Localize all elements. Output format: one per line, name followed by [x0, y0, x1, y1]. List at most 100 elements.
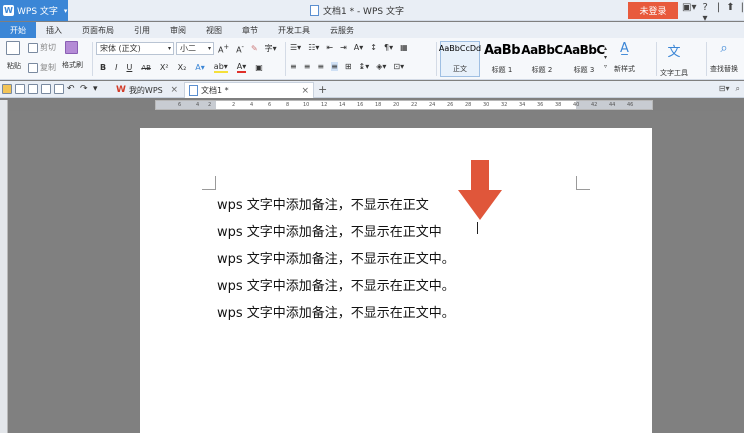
tab-document-1-label: 文档1 *	[201, 86, 229, 95]
document-icon	[310, 5, 319, 16]
tab-document-1[interactable]: 文档1 * ×	[184, 82, 314, 98]
align-right-icon[interactable]: ≡	[317, 62, 324, 71]
italic-button[interactable]: I	[115, 63, 117, 72]
tab-insert[interactable]: 插入	[36, 22, 72, 38]
horizontal-ruler[interactable]: 6 4 2 2 4 6 8 10 12 14 16 18 20 22 24 26…	[155, 100, 653, 110]
shading-icon[interactable]: ◈▾	[376, 62, 386, 71]
subscript-button[interactable]: X₂	[178, 63, 187, 72]
redo-icon[interactable]: ↷	[80, 84, 90, 94]
ruler-tick: 46	[627, 102, 634, 108]
document-paragraph[interactable]: wps 文字中添加备注，不显示在正文	[217, 194, 429, 213]
font-size-tools: A+ A- ✎ 字▾	[218, 43, 277, 55]
style-scroll[interactable]: ▴ ▾ ▿	[604, 44, 607, 71]
tab-references[interactable]: 引用	[124, 22, 160, 38]
style-heading-3[interactable]: AaBbC 标题 3	[563, 41, 605, 77]
close-icon[interactable]: ×	[170, 85, 178, 95]
close-icon[interactable]: ×	[301, 86, 309, 96]
line-spacing-icon[interactable]: ↨▾	[359, 62, 370, 71]
tab-developer[interactable]: 开发工具	[268, 22, 320, 38]
document-paragraph[interactable]: wps 文字中添加备注，不显示在正文中。	[217, 302, 455, 321]
chevron-down-icon[interactable]: ▾	[93, 84, 103, 94]
style-normal-preview: AaBbCcDd	[438, 44, 482, 53]
save-icon[interactable]	[15, 84, 25, 94]
text-tools-button[interactable]: 文 文字工具	[660, 41, 688, 78]
copy-button[interactable]: 复制	[28, 62, 56, 73]
font-name-value: 宋体 (正文)	[100, 44, 141, 53]
align-left-icon[interactable]: ≡	[290, 62, 297, 71]
document-paragraph[interactable]: wps 文字中添加备注，不显示在正文中。	[217, 275, 455, 294]
tab-cloud[interactable]: 云服务	[320, 22, 364, 38]
tab-my-wps[interactable]: W 我的WPS ×	[112, 82, 182, 98]
app-menu-button[interactable]: W WPS 文字 ▾	[0, 0, 68, 21]
bold-button[interactable]: B	[100, 63, 106, 72]
tab-review[interactable]: 审阅	[160, 22, 196, 38]
cut-button[interactable]: 剪切	[28, 42, 56, 53]
help-icon[interactable]: ?▾	[702, 2, 710, 24]
restore-icon[interactable]: ⬆	[726, 2, 734, 24]
tab-view[interactable]: 视图	[196, 22, 232, 38]
undo-icon[interactable]: ↶	[67, 84, 77, 94]
font-size-select[interactable]: 小二 ▾	[176, 42, 214, 55]
strikethrough-button[interactable]: AB	[141, 64, 151, 72]
ruler-tick: 4	[196, 102, 200, 108]
tab-page-layout[interactable]: 页面布局	[72, 22, 124, 38]
expand-icon: ▿	[604, 63, 608, 70]
char-border-icon[interactable]: ▣	[255, 63, 263, 72]
tab-section[interactable]: 章节	[232, 22, 268, 38]
skin-icon[interactable]: ▣▾	[682, 2, 696, 24]
new-tab-button[interactable]: +	[318, 83, 327, 96]
show-marks-icon[interactable]: ¶▾	[384, 43, 393, 52]
login-button[interactable]: 未登录	[628, 2, 678, 19]
font-color-icon[interactable]: A▾	[236, 62, 247, 73]
layout-icon[interactable]: ⊟▾	[719, 84, 730, 94]
document-paragraph[interactable]: wps 文字中添加备注，不显示在正文中	[217, 221, 442, 240]
table-icon[interactable]: ▦	[400, 43, 408, 52]
search-icon[interactable]: ⌕	[736, 84, 740, 94]
format-painter-button[interactable]: 格式刷	[62, 41, 83, 70]
align-center-icon[interactable]: ≡	[304, 62, 311, 71]
font-size-value: 小二	[180, 44, 196, 53]
text-effect-icon[interactable]: A▾	[195, 63, 205, 72]
phonetic-icon[interactable]: 字▾	[265, 43, 277, 54]
ribbon-tabs: 开始 插入 页面布局 引用 审阅 视图 章节 开发工具 云服务	[0, 22, 744, 38]
increase-indent-icon[interactable]: ⇥	[340, 43, 347, 52]
superscript-button[interactable]: X²	[160, 63, 169, 72]
sort-icon[interactable]: ↕	[370, 43, 377, 52]
style-heading-2[interactable]: AaBbC 标题 2	[521, 41, 563, 77]
font-name-select[interactable]: 宋体 (正文) ▾	[96, 42, 174, 55]
clear-format-icon[interactable]: ✎	[251, 44, 258, 53]
print-preview-icon[interactable]	[54, 84, 64, 94]
paragraph-tools-top: ☰▾ ☷▾ ⇤ ⇥ A▾ ↕ ¶▾ ▦	[290, 43, 408, 52]
ruler-tick: 6	[268, 102, 272, 108]
distribute-icon[interactable]: ⊞	[345, 62, 352, 71]
window-controls: ▣▾ ?▾ | ⬆ |	[682, 2, 744, 24]
underline-button[interactable]: U	[126, 63, 132, 72]
highlight-icon[interactable]: ab▾	[213, 62, 228, 73]
find-replace-button[interactable]: ⌕ 查找替换	[710, 41, 738, 74]
numbered-list-icon[interactable]: ☷▾	[308, 43, 319, 52]
border-icon[interactable]: ⊡▾	[393, 62, 404, 71]
cut-label: 剪切	[40, 43, 56, 52]
grow-font-icon[interactable]: A+	[218, 43, 229, 55]
paste-button[interactable]: 粘贴	[4, 41, 24, 71]
justify-icon[interactable]: ≡	[331, 62, 338, 71]
new-style-button[interactable]: A̲ 新样式	[614, 41, 635, 74]
shrink-font-icon[interactable]: A-	[236, 43, 244, 55]
style-normal[interactable]: AaBbCcDd 正文	[438, 41, 482, 77]
open-icon[interactable]	[2, 84, 12, 94]
app-menu-label: WPS 文字	[17, 7, 58, 17]
tab-home[interactable]: 开始	[0, 22, 36, 38]
find-replace-label: 查找替换	[710, 65, 738, 73]
search-icon: ⌕	[720, 41, 728, 56]
print-icon[interactable]	[41, 84, 51, 94]
document-page[interactable]: wps 文字中添加备注，不显示在正文 wps 文字中添加备注，不显示在正文中 w…	[140, 128, 652, 433]
style-heading-1[interactable]: AaBb 标题 1	[482, 41, 522, 77]
document-paragraph[interactable]: wps 文字中添加备注，不显示在正文中。	[217, 248, 455, 267]
vertical-ruler[interactable]	[0, 100, 8, 433]
export-icon[interactable]	[28, 84, 38, 94]
window-title-text: 文档1 * - WPS 文字	[323, 7, 404, 17]
bullet-list-icon[interactable]: ☰▾	[290, 43, 301, 52]
chinese-layout-icon[interactable]: A▾	[354, 43, 364, 52]
decrease-indent-icon[interactable]: ⇤	[326, 43, 333, 52]
ruler-tick: 14	[339, 102, 346, 108]
